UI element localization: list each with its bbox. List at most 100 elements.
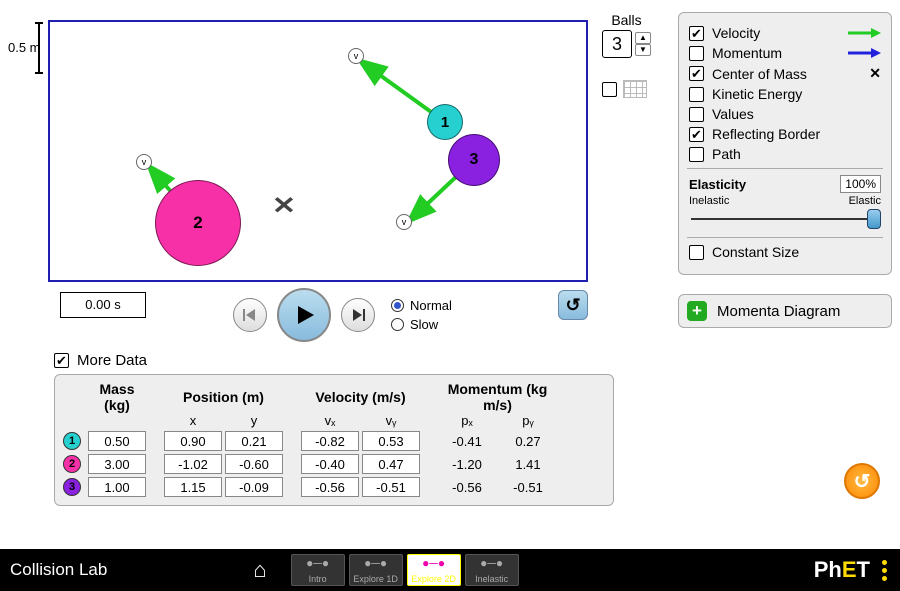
ke-label: Kinetic Energy [712, 86, 802, 102]
elasticity-slider[interactable] [689, 207, 881, 231]
mom-x: -0.41 [438, 434, 496, 449]
values-checkbox[interactable] [689, 107, 704, 122]
mass-input[interactable] [88, 431, 146, 451]
mass-input[interactable] [88, 477, 146, 497]
sub-x: x [164, 413, 222, 428]
screen-inelastic[interactable]: ●─●Inelastic [465, 554, 519, 586]
step-back-button[interactable] [233, 298, 267, 332]
mass-header: Mass (kg) [88, 381, 146, 413]
vel-y-input[interactable] [362, 477, 420, 497]
balls-count: 3 [602, 30, 632, 58]
ball-tag: 2 [63, 455, 81, 473]
grid-icon [623, 80, 647, 98]
normal-speed-radio[interactable]: Normal [391, 298, 452, 313]
play-area[interactable]: 1 2 3 v v v ✕ [48, 20, 588, 282]
path-checkbox[interactable] [689, 147, 704, 162]
vel-y-input[interactable] [362, 431, 420, 451]
data-table: Mass (kg) Position (m) Velocity (m/s) Mo… [54, 374, 614, 506]
ball-tag: 1 [63, 432, 81, 450]
constant-size-checkbox[interactable] [689, 245, 704, 260]
path-label: Path [712, 146, 741, 162]
center-of-mass-icon: ✕ [272, 192, 296, 221]
pos-x-input[interactable] [164, 477, 222, 497]
table-row: 3 -0.56-0.51 [63, 477, 605, 497]
sub-px: pₓ [438, 413, 496, 428]
grid-checkbox[interactable] [602, 82, 617, 97]
momentum-checkbox[interactable] [689, 46, 704, 61]
mom-x: -1.20 [438, 457, 496, 472]
sub-y: y [225, 413, 283, 428]
elastic-label: Elastic [849, 195, 881, 207]
momentum-arrow-icon [847, 45, 881, 61]
screen-explore-1d[interactable]: ●─●Explore 1D [349, 554, 403, 586]
pos-x-input[interactable] [164, 431, 222, 451]
velocity-arrow-icon [847, 25, 881, 41]
mom-y: 0.27 [499, 434, 557, 449]
com-checkbox[interactable] [689, 66, 704, 81]
sim-title: Collision Lab [10, 560, 107, 580]
options-panel: Velocity Momentum Center of Mass✕ Kineti… [678, 12, 892, 275]
sub-py: pᵧ [499, 413, 557, 428]
vel-x-input[interactable] [301, 477, 359, 497]
position-header: Position (m) [164, 389, 283, 405]
momentum-label: Momentum [712, 45, 782, 61]
phet-menu-button[interactable] [882, 560, 890, 581]
pos-y-input[interactable] [225, 477, 283, 497]
elasticity-label: Elasticity [689, 177, 746, 192]
mom-y: 1.41 [499, 457, 557, 472]
pos-y-input[interactable] [225, 431, 283, 451]
momenta-label: Momenta Diagram [717, 303, 840, 320]
velocity-handle-1[interactable]: v [348, 48, 364, 64]
velocity-checkbox[interactable] [689, 26, 704, 41]
balls-up-button[interactable]: ▲ [635, 32, 651, 44]
inelastic-label: Inelastic [689, 195, 729, 207]
ball-tag: 3 [63, 478, 81, 496]
mass-input[interactable] [88, 454, 146, 474]
time-display: 0.00 s [60, 292, 146, 318]
reflecting-checkbox[interactable] [689, 127, 704, 142]
more-data-label: More Data [77, 352, 147, 369]
ball-2[interactable]: 2 [155, 180, 241, 266]
ball-1[interactable]: 1 [427, 104, 463, 140]
scale-label: 0.5 m [8, 40, 41, 55]
elasticity-value: 100% [840, 175, 881, 193]
step-forward-button[interactable] [341, 298, 375, 332]
more-data-checkbox[interactable] [54, 353, 69, 368]
balls-down-button[interactable]: ▼ [635, 44, 651, 56]
mom-x: -0.56 [438, 480, 496, 495]
balls-panel: Balls 3 ▲ ▼ [602, 12, 651, 58]
scale-bar [38, 22, 40, 74]
ke-checkbox[interactable] [689, 87, 704, 102]
reflecting-label: Reflecting Border [712, 126, 820, 142]
momenta-diagram-button[interactable]: + Momenta Diagram [678, 294, 892, 328]
table-row: 2 -1.201.41 [63, 454, 605, 474]
normal-label: Normal [410, 298, 452, 313]
home-button[interactable]: ⌂ [253, 557, 266, 583]
screen-intro[interactable]: ●─●Intro [291, 554, 345, 586]
restart-button[interactable]: ↺ [558, 290, 588, 320]
pos-y-input[interactable] [225, 454, 283, 474]
com-icon: ✕ [869, 65, 881, 82]
momentum-header: Momentum (kg m/s) [438, 381, 557, 413]
slow-speed-radio[interactable]: Slow [391, 317, 452, 332]
screen-explore-2d[interactable]: ●─●Explore 2D [407, 554, 461, 586]
sub-vx: vₓ [301, 413, 359, 428]
balls-label: Balls [602, 12, 651, 28]
table-row: 1 -0.410.27 [63, 431, 605, 451]
nav-bar: Collision Lab ⌂ ●─●Intro●─●Explore 1D●─●… [0, 549, 900, 591]
velocity-handle-3[interactable]: v [396, 214, 412, 230]
values-label: Values [712, 106, 754, 122]
pos-x-input[interactable] [164, 454, 222, 474]
mom-y: -0.51 [499, 480, 557, 495]
slow-label: Slow [410, 317, 438, 332]
vel-y-input[interactable] [362, 454, 420, 474]
play-button[interactable] [277, 288, 331, 342]
velocity-arrows [50, 22, 586, 280]
reset-all-button[interactable]: ↺ [844, 463, 880, 499]
vel-x-input[interactable] [301, 431, 359, 451]
phet-logo[interactable]: PhET [814, 557, 870, 583]
ball-3[interactable]: 3 [448, 134, 500, 186]
constant-size-label: Constant Size [712, 244, 799, 260]
vel-x-input[interactable] [301, 454, 359, 474]
velocity-handle-2[interactable]: v [136, 154, 152, 170]
